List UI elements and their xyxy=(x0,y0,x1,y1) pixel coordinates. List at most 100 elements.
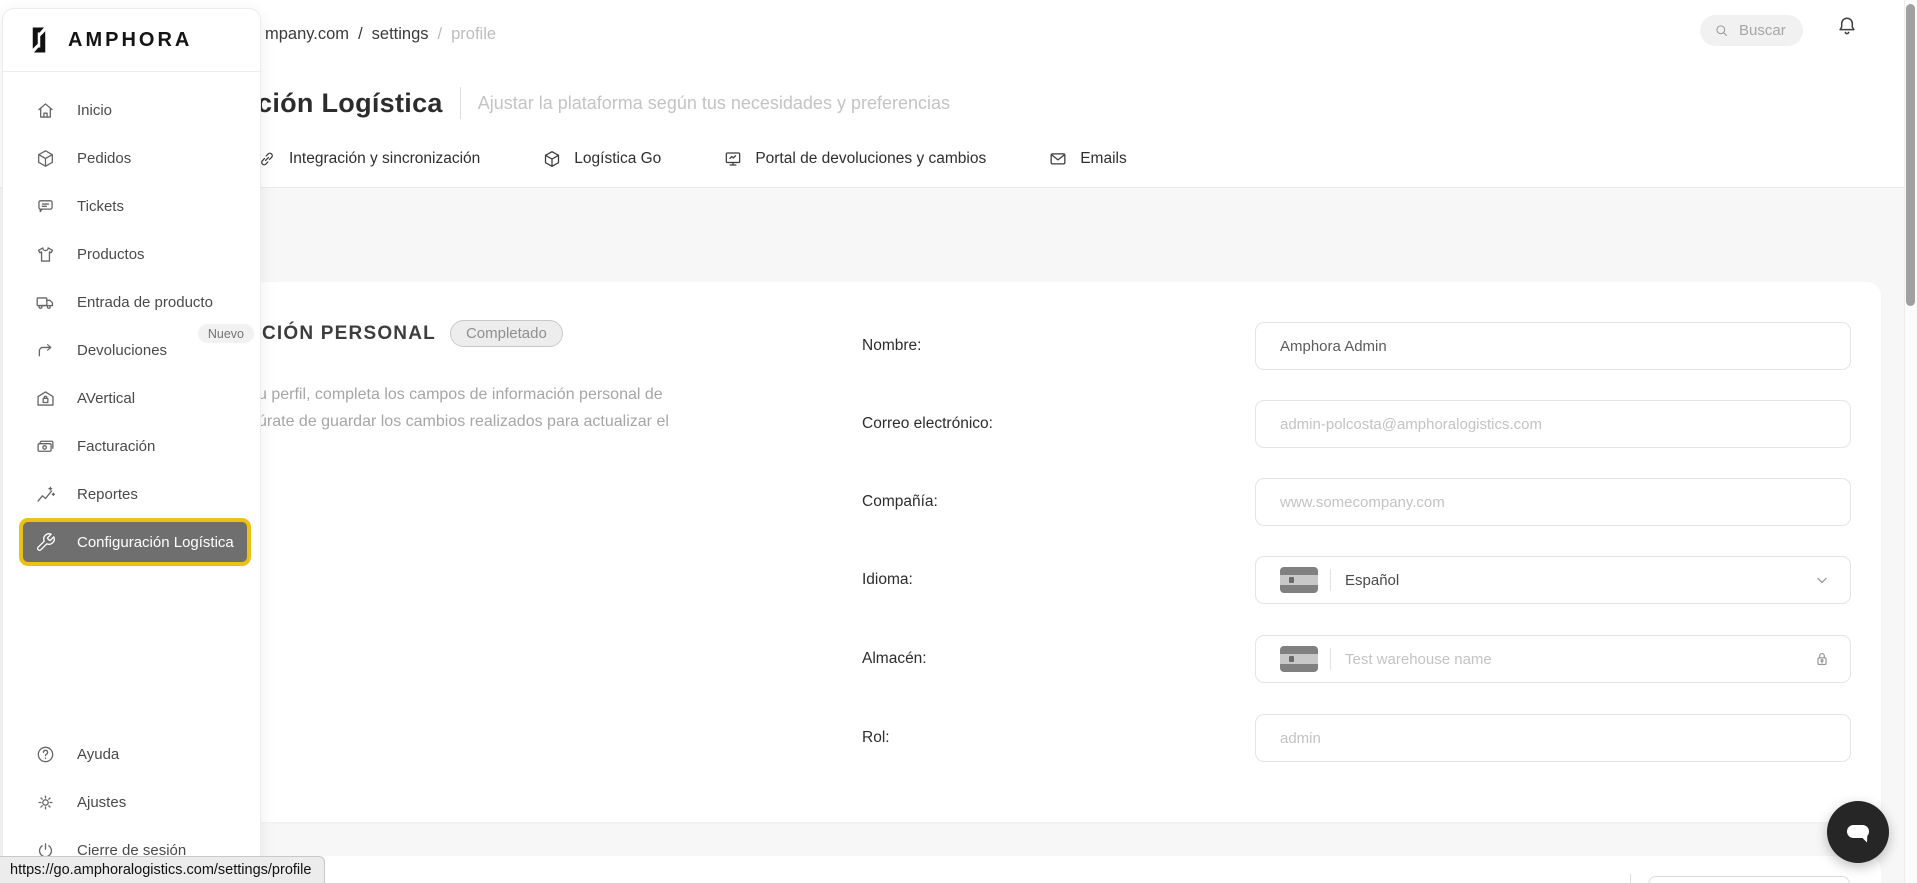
input-value: admin-polcosta@amphoralogistics.com xyxy=(1280,416,1542,433)
role-input[interactable]: admin xyxy=(1255,714,1851,762)
chevron-down-icon xyxy=(1812,570,1832,590)
page-title: ción Logística xyxy=(257,88,443,119)
breadcrumb-separator: / xyxy=(438,25,443,44)
help-icon xyxy=(35,744,56,765)
form-row: Idioma: Español xyxy=(240,556,1881,604)
input-value: Test warehouse name xyxy=(1345,651,1492,668)
company-input[interactable]: www.somecompany.com xyxy=(1255,478,1851,526)
wrench-icon xyxy=(35,532,56,553)
sidebar: AMPHORA Inicio Pedidos Tickets Productos xyxy=(2,8,261,883)
sidebar-item-reportes[interactable]: Reportes xyxy=(3,470,260,518)
sidebar-item-tickets[interactable]: Tickets xyxy=(3,182,260,230)
field-label-nombre: Nombre: xyxy=(862,337,921,355)
settings-tabs: Integración y sincronización Logística G… xyxy=(257,140,1127,178)
return-arrow-icon xyxy=(35,340,56,361)
breadcrumb-item-settings[interactable]: settings xyxy=(372,25,429,44)
notifications-bell-icon[interactable] xyxy=(1835,14,1859,38)
sidebar-item-label: Ayuda xyxy=(77,746,119,763)
sidebar-item-avertical[interactable]: AVertical xyxy=(3,374,260,422)
input-value: Amphora Admin xyxy=(1280,338,1387,355)
tab-label: Integración y sincronización xyxy=(289,150,480,168)
home-icon xyxy=(35,100,56,121)
tshirt-icon xyxy=(35,244,56,265)
amphora-logo-icon xyxy=(24,25,54,55)
sidebar-item-label: Inicio xyxy=(77,102,112,119)
sidebar-item-label: Ajustes xyxy=(77,794,126,811)
sidebar-item-label: Tickets xyxy=(77,198,124,215)
form-row: Rol: admin xyxy=(240,714,1881,762)
spain-flag-icon xyxy=(1280,646,1318,672)
sidebar-item-facturacion[interactable]: Facturación xyxy=(3,422,260,470)
field-label-almacen: Almacén: xyxy=(862,650,927,668)
breadcrumb-item-company[interactable]: mpany.com xyxy=(265,25,349,44)
form-row: Nombre: Amphora Admin xyxy=(240,322,1881,370)
tab-emails[interactable]: Emails xyxy=(1048,149,1127,169)
lock-icon xyxy=(1812,649,1832,669)
field-label-compania: Compañía: xyxy=(862,493,938,511)
name-input[interactable]: Amphora Admin xyxy=(1255,322,1851,370)
sidebar-item-configuracion-logistica[interactable]: Configuración Logística xyxy=(19,518,251,566)
tab-label: Portal de devoluciones y cambios xyxy=(755,150,986,168)
logo[interactable]: AMPHORA xyxy=(3,9,260,72)
tab-integracion-y-sincronizacion[interactable]: Integración y sincronización xyxy=(257,149,480,169)
sidebar-item-ayuda[interactable]: Ayuda xyxy=(3,730,260,778)
nuevo-badge: Nuevo xyxy=(198,324,254,343)
sidebar-item-label: Facturación xyxy=(77,438,155,455)
chart-icon xyxy=(35,484,56,505)
tab-label: Logística Go xyxy=(574,150,661,168)
field-label-rol: Rol: xyxy=(862,729,890,747)
sidebar-item-inicio[interactable]: Inicio xyxy=(3,86,260,134)
sidebar-item-ajustes[interactable]: Ajustes xyxy=(3,778,260,826)
input-value: www.somecompany.com xyxy=(1280,494,1445,511)
mail-icon xyxy=(1048,149,1068,169)
next-section-divider xyxy=(1630,874,1631,883)
page-subtitle: Ajustar la plataforma según tus necesida… xyxy=(478,93,950,114)
chat-launcher-button[interactable] xyxy=(1827,801,1889,863)
cube-icon xyxy=(35,148,56,169)
field-divider xyxy=(1330,569,1331,591)
tab-label: Emails xyxy=(1080,150,1127,168)
search-placeholder: Buscar xyxy=(1739,22,1786,39)
warehouse-icon xyxy=(35,388,56,409)
search-icon xyxy=(1713,22,1730,39)
email-input[interactable]: admin-polcosta@amphoralogistics.com xyxy=(1255,400,1851,448)
title-divider xyxy=(460,87,461,119)
top-header: mpany.com / settings / profile Buscar ci… xyxy=(0,0,1904,188)
screen: mpany.com / settings / profile Buscar ci… xyxy=(0,0,1917,883)
tab-portal-devoluciones[interactable]: Portal de devoluciones y cambios xyxy=(723,149,986,169)
sidebar-item-label: Reportes xyxy=(77,486,138,503)
page-title-row: ción Logística Ajustar la plataforma seg… xyxy=(257,82,950,124)
billing-icon xyxy=(35,436,56,457)
monitor-icon xyxy=(723,149,743,169)
sidebar-item-productos[interactable]: Productos xyxy=(3,230,260,278)
field-label-idioma: Idioma: xyxy=(862,571,913,589)
field-divider xyxy=(1330,648,1331,670)
warehouse-field[interactable]: Test warehouse name xyxy=(1255,635,1851,683)
search-button[interactable]: Buscar xyxy=(1700,15,1803,46)
ticket-chat-icon xyxy=(35,196,56,217)
personal-info-card: CIÓN PERSONAL Completado u perfil, compl… xyxy=(240,282,1881,822)
status-bar-url: https://go.amphoralogistics.com/settings… xyxy=(0,856,325,883)
sidebar-item-label: Devoluciones xyxy=(77,342,167,359)
form-row: Correo electrónico: admin-polcosta@ampho… xyxy=(240,400,1881,448)
next-section-partial-input xyxy=(1648,876,1850,883)
breadcrumb-separator: / xyxy=(358,25,363,44)
logo-text: AMPHORA xyxy=(68,29,192,52)
scrollbar-thumb[interactable] xyxy=(1906,4,1915,306)
sidebar-item-entrada-de-producto[interactable]: Entrada de producto xyxy=(3,278,260,326)
sidebar-footer-nav: Ayuda Ajustes Cierre de sesión xyxy=(3,730,260,874)
gear-icon xyxy=(35,792,56,813)
next-section-card xyxy=(240,856,1881,883)
language-select[interactable]: Español xyxy=(1255,556,1851,604)
form-row: Compañía: www.somecompany.com xyxy=(240,478,1881,526)
input-value: admin xyxy=(1280,730,1321,747)
chat-bubble-icon xyxy=(1842,816,1874,848)
form-row: Almacén: Test warehouse name xyxy=(240,635,1881,683)
sidebar-item-label: Configuración Logística xyxy=(77,534,234,551)
spain-flag-icon xyxy=(1280,567,1318,593)
breadcrumb-item-profile[interactable]: profile xyxy=(451,25,496,44)
tab-logistica-go[interactable]: Logística Go xyxy=(542,149,661,169)
sidebar-item-label: Pedidos xyxy=(77,150,131,167)
sidebar-item-pedidos[interactable]: Pedidos xyxy=(3,134,260,182)
sidebar-item-label: Entrada de producto xyxy=(77,294,213,311)
